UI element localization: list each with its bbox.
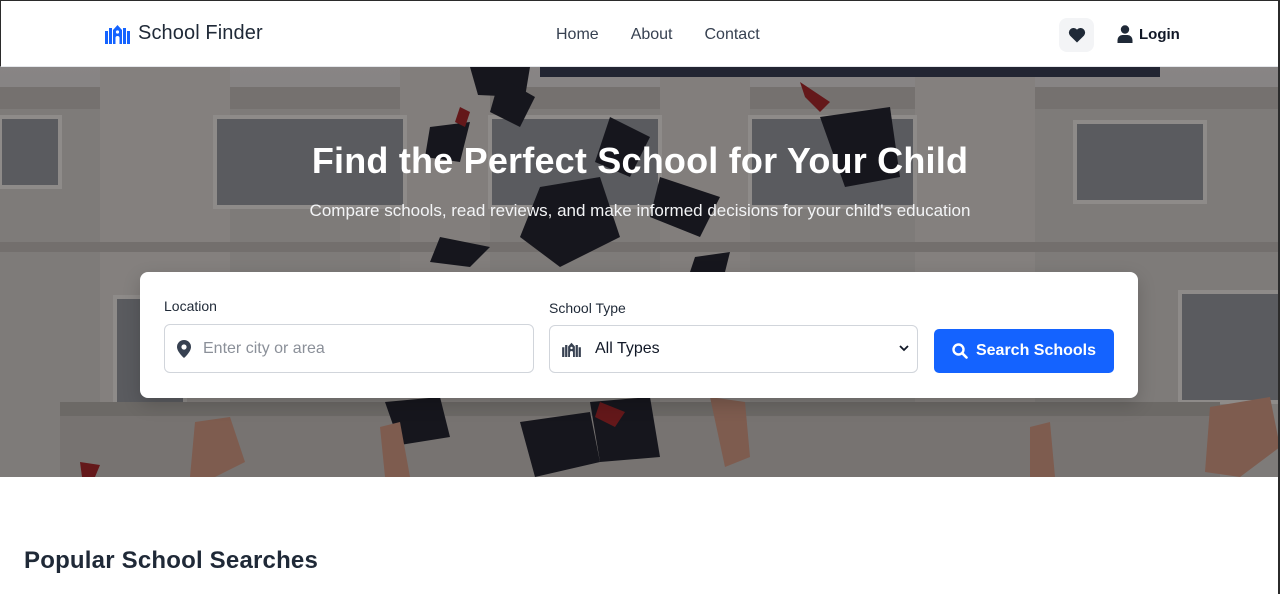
location-label: Location — [164, 298, 217, 314]
nav-link-home[interactable]: Home — [556, 25, 599, 45]
main-nav: Home About Contact — [556, 25, 760, 45]
school-icon — [562, 342, 581, 357]
location-input[interactable] — [203, 339, 523, 358]
search-icon — [952, 343, 968, 359]
brand-name: School Finder — [138, 22, 263, 44]
search-schools-button[interactable]: Search Schools — [934, 329, 1114, 373]
map-pin-icon — [177, 339, 191, 358]
user-icon — [1117, 25, 1133, 43]
hero-title: Find the Perfect School for Your Child — [311, 140, 969, 181]
nav-link-contact[interactable]: Contact — [705, 25, 760, 45]
hero-subtitle: Compare schools, read reviews, and make … — [309, 201, 971, 220]
heart-icon — [1068, 27, 1085, 43]
brand-logo-link[interactable]: School Finder — [105, 22, 263, 45]
favorites-button[interactable] — [1059, 18, 1094, 52]
login-label: Login — [1139, 25, 1180, 43]
popular-searches-title: Popular School Searches — [24, 547, 319, 574]
search-button-label: Search Schools — [975, 342, 1097, 359]
login-button[interactable]: Login — [1117, 25, 1180, 43]
navbar: School Finder Home About Contact Login — [0, 0, 1280, 67]
chevron-down-icon — [899, 345, 909, 352]
school-icon — [105, 24, 130, 44]
location-field[interactable] — [164, 324, 534, 373]
school-type-label: School Type — [549, 300, 626, 316]
nav-link-about[interactable]: About — [631, 25, 673, 45]
search-form: Location School Type All Types Search Sc… — [140, 272, 1138, 398]
school-type-selected: All Types — [595, 340, 660, 357]
school-type-select[interactable]: All Types — [549, 325, 918, 373]
